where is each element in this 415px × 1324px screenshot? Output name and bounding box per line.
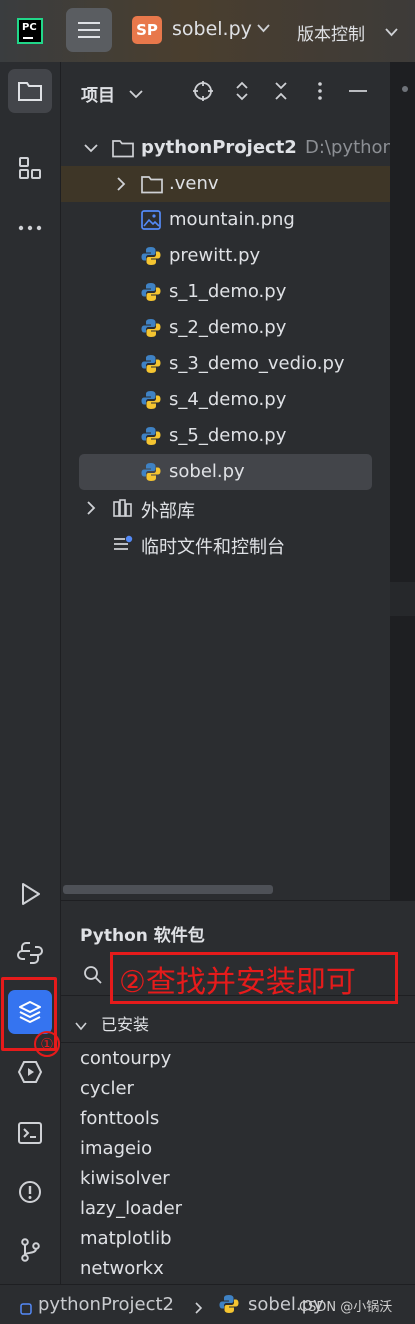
package-search-field[interactable]: ②查找并安装即可 <box>61 949 415 1004</box>
package-item[interactable]: cycler <box>80 1078 134 1099</box>
python-file-icon <box>141 354 161 374</box>
structure-icon[interactable] <box>8 146 52 190</box>
project-panel-header: 项目 <box>61 62 390 120</box>
terminal-icon[interactable] <box>8 1111 52 1155</box>
editor-current-line <box>390 582 415 616</box>
collapse-all-icon[interactable] <box>270 80 292 102</box>
scratches-icon <box>112 534 133 554</box>
pycharm-logo-icon[interactable]: PC <box>17 18 43 44</box>
packages-panel-title: Python 软件包 <box>80 926 205 946</box>
tree-item-label: sobel.py <box>169 461 245 482</box>
options-menu-icon[interactable] <box>309 80 331 102</box>
project-folder-icon[interactable] <box>8 69 52 113</box>
project-root-path: D:\python <box>305 137 394 158</box>
tree-item-s-1-demo-py[interactable]: s_1_demo.py <box>61 274 390 310</box>
tree-item-s-5-demo-py[interactable]: s_5_demo.py <box>61 418 390 454</box>
chevron-down-icon[interactable] <box>129 84 151 106</box>
tree-item-label: s_3_demo_vedio.py <box>169 353 345 374</box>
more-tools-icon[interactable] <box>8 206 52 250</box>
tree-item-external-libraries[interactable]: 外部库 <box>61 490 390 526</box>
search-icon <box>83 965 103 989</box>
project-panel: 项目 pythonProject2 D:\python .venv mounta… <box>61 62 394 900</box>
chevron-down-icon[interactable] <box>385 26 398 41</box>
python-file-icon <box>141 246 161 266</box>
title-bar: PC SP sobel.py 版本控制 <box>0 0 415 62</box>
run-icon[interactable] <box>8 872 52 916</box>
annotation-marker-1: ① <box>34 1031 60 1057</box>
package-item[interactable]: fonttools <box>80 1108 159 1129</box>
tree-root-project[interactable]: pythonProject2 D:\python <box>61 130 394 166</box>
tree-item-label: 外部库 <box>141 501 195 522</box>
project-panel-title[interactable]: 项目 <box>81 81 115 106</box>
editor-tab-marker <box>402 86 408 92</box>
project-badge[interactable]: SP <box>132 16 162 44</box>
locate-file-icon[interactable] <box>192 80 214 102</box>
python-file-icon <box>141 426 161 446</box>
python-file-icon <box>219 1294 239 1318</box>
python-file-icon <box>141 282 161 302</box>
tree-item-s-2-demo-py[interactable]: s_2_demo.py <box>61 310 390 346</box>
divider <box>61 1042 415 1043</box>
python-packages-panel: Python 软件包 ②查找并安装即可 已安装 contourpy cycler… <box>61 900 415 1285</box>
tree-item-label: s_5_demo.py <box>169 425 287 446</box>
breadcrumb-project[interactable]: pythonProject2 <box>38 1294 174 1315</box>
module-icon <box>20 1300 32 1319</box>
package-item[interactable]: networkx <box>80 1258 164 1279</box>
editor-area[interactable] <box>390 62 415 900</box>
chevron-right-icon <box>194 1299 203 1318</box>
package-item[interactable]: lazy_loader <box>80 1198 182 1219</box>
folder-icon <box>141 174 163 194</box>
tree-item-mountain-png[interactable]: mountain.png <box>61 202 390 238</box>
python-file-icon <box>141 462 161 482</box>
tree-item-label: s_4_demo.py <box>169 389 287 410</box>
main-menu-button[interactable] <box>66 8 112 52</box>
package-item[interactable]: matplotlib <box>80 1228 172 1249</box>
package-item[interactable]: kiwisolver <box>80 1168 170 1189</box>
tree-item-venv[interactable]: .venv <box>61 166 390 202</box>
tool-window-sidebar <box>0 62 61 1284</box>
tree-item-s-4-demo-py[interactable]: s_4_demo.py <box>61 382 390 418</box>
chevron-down-icon[interactable] <box>257 22 270 37</box>
tree-item-scratches-and-consoles[interactable]: 临时文件和控制台 <box>61 526 390 562</box>
folder-icon <box>112 138 134 158</box>
package-item[interactable]: imageio <box>80 1138 152 1159</box>
chevron-down-icon[interactable] <box>83 140 99 156</box>
python-file-icon <box>141 390 161 410</box>
tree-item-label: mountain.png <box>169 209 295 230</box>
problems-icon[interactable] <box>8 1170 52 1214</box>
annotation-search-hint: ②查找并安装即可 <box>119 965 356 1000</box>
current-file-name[interactable]: sobel.py <box>172 18 252 40</box>
library-icon <box>112 498 132 518</box>
chevron-right-icon[interactable] <box>113 176 129 192</box>
chevron-down-icon[interactable] <box>75 1016 87 1035</box>
tree-item-label: s_2_demo.py <box>169 317 287 338</box>
tree-item-label: s_1_demo.py <box>169 281 287 302</box>
vcs-menu[interactable]: 版本控制 <box>297 20 365 45</box>
chevron-right-icon[interactable] <box>83 500 99 516</box>
tree-item-label: 临时文件和控制台 <box>141 537 285 558</box>
tree-item-s-3-demo-vedio-py[interactable]: s_3_demo_vedio.py <box>61 346 390 382</box>
expand-all-icon[interactable] <box>231 80 253 102</box>
project-panel-scrollbar[interactable] <box>61 880 390 900</box>
watermark: CSDN @小锅沃 <box>299 1300 393 1315</box>
tree-item-prewitt-py[interactable]: prewitt.py <box>61 238 390 274</box>
tree-item-label: .venv <box>169 173 219 194</box>
git-icon[interactable] <box>8 1228 52 1272</box>
project-root-name: pythonProject2 <box>141 137 297 158</box>
hide-panel-icon[interactable] <box>347 80 369 102</box>
image-file-icon <box>141 210 161 230</box>
installed-section-header[interactable]: 已安装 <box>61 1007 415 1035</box>
python-console-icon[interactable] <box>8 931 52 975</box>
tree-item-sobel-py[interactable]: sobel.py <box>79 454 372 490</box>
python-file-icon <box>141 318 161 338</box>
installed-section-label: 已安装 <box>101 1015 150 1034</box>
tree-item-label: prewitt.py <box>169 245 261 266</box>
package-item[interactable]: contourpy <box>80 1048 171 1069</box>
